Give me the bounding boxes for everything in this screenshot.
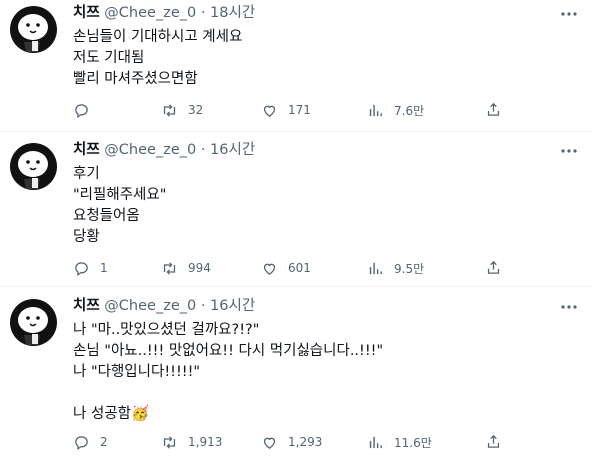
views-icon bbox=[369, 104, 382, 116]
heart-icon bbox=[263, 105, 276, 117]
tweet-line: 빨리 마셔주셨으면함 bbox=[73, 71, 198, 87]
tweet-header: 치쯔 @Chee_ze_0 · 18시간 bbox=[73, 4, 255, 22]
tweet-actions: 2 1,913 1,293 11.6만 bbox=[73, 432, 583, 452]
share-button[interactable] bbox=[485, 259, 502, 279]
views-icon bbox=[369, 436, 382, 448]
reply-icon bbox=[75, 103, 88, 118]
like-button[interactable]: 1,293 bbox=[261, 432, 322, 452]
separator-dot: · bbox=[200, 5, 206, 21]
retweet-button[interactable]: 1,913 bbox=[161, 432, 222, 452]
retweet-count: 994 bbox=[188, 261, 211, 275]
tweet-text: 후기 "리필해주세요" 요청들어옴 당황 bbox=[73, 164, 166, 248]
views-button[interactable]: 7.6만 bbox=[367, 100, 424, 120]
tweet-text: 나 "마..맛있으셨던 걸까요?!?" 손님 "아뇨..!!! 맛없어요!! 다… bbox=[73, 320, 383, 425]
share-button[interactable] bbox=[485, 101, 502, 121]
retweet-button[interactable]: 32 bbox=[161, 100, 203, 120]
more-icon[interactable] bbox=[560, 299, 578, 313]
view-count: 7.6만 bbox=[394, 103, 425, 118]
avatar[interactable] bbox=[10, 299, 57, 346]
retweet-icon bbox=[163, 261, 176, 275]
timestamp[interactable]: 16시간 bbox=[210, 298, 255, 314]
tweet[interactable]: 치쯔 @Chee_ze_0 · 16시간 후기 "리필해주세요" 요청들어옴 당… bbox=[0, 137, 592, 287]
heart-icon bbox=[263, 437, 276, 449]
author-name[interactable]: 치쯔 bbox=[73, 5, 100, 21]
share-icon bbox=[487, 102, 500, 116]
heart-icon bbox=[263, 263, 276, 275]
tweet-line: 손님 "아뇨..!!! 맛없어요!! 다시 먹기싫습니다..!!!" bbox=[73, 343, 384, 359]
views-button[interactable]: 9.5만 bbox=[367, 258, 424, 278]
views-icon bbox=[369, 262, 382, 274]
tweet-text: 손님들이 기대하시고 계세요 저도 기대됨 빨리 마셔주셨으면함 bbox=[73, 27, 242, 90]
like-button[interactable]: 171 bbox=[261, 100, 311, 120]
retweet-button[interactable]: 994 bbox=[161, 258, 211, 278]
tweet-line: 손님들이 기대하시고 계세요 bbox=[73, 29, 243, 45]
author-name[interactable]: 치쯔 bbox=[73, 298, 100, 314]
share-button[interactable] bbox=[485, 433, 502, 453]
views-button[interactable]: 11.6만 bbox=[367, 432, 432, 452]
separator-dot: · bbox=[200, 298, 206, 314]
author-handle[interactable]: @Chee_ze_0 bbox=[104, 5, 196, 21]
tweet-line: 나 "마..맛있으셨던 걸까요?!?" bbox=[73, 322, 260, 338]
avatar[interactable] bbox=[10, 143, 57, 190]
reply-button[interactable]: 2 bbox=[73, 432, 108, 452]
timestamp[interactable]: 18시간 bbox=[210, 5, 255, 21]
avatar[interactable] bbox=[10, 6, 57, 53]
author-handle[interactable]: @Chee_ze_0 bbox=[104, 142, 196, 158]
tweet-line: 요청들어옴 bbox=[73, 208, 140, 224]
tweet-line: "리필해주세요" bbox=[73, 187, 167, 203]
author-handle[interactable]: @Chee_ze_0 bbox=[104, 298, 196, 314]
retweet-icon bbox=[163, 103, 176, 117]
timeline: 치쯔 @Chee_ze_0 · 18시간 손님들이 기대하시고 계세요 저도 기… bbox=[0, 0, 592, 463]
tweet-line: 후기 bbox=[73, 166, 100, 182]
retweet-count: 32 bbox=[188, 103, 204, 117]
tweet-line: 나 성공함🥳 bbox=[73, 406, 150, 422]
view-count: 11.6만 bbox=[394, 435, 432, 450]
like-count: 601 bbox=[288, 261, 311, 275]
reply-icon bbox=[75, 435, 88, 450]
more-icon[interactable] bbox=[560, 6, 578, 20]
like-count: 1,293 bbox=[288, 435, 323, 449]
reply-button[interactable] bbox=[73, 100, 100, 120]
reply-count: 2 bbox=[100, 435, 108, 449]
separator-dot: · bbox=[200, 142, 206, 158]
tweet-line: 당황 bbox=[73, 229, 100, 245]
tweet-line: 나 "다행입니다!!!!!" bbox=[73, 364, 201, 380]
share-icon bbox=[487, 260, 500, 274]
tweet[interactable]: 치쯔 @Chee_ze_0 · 18시간 손님들이 기대하시고 계세요 저도 기… bbox=[0, 0, 592, 132]
more-icon[interactable] bbox=[560, 143, 578, 157]
view-count: 9.5만 bbox=[394, 261, 425, 276]
reply-count: 1 bbox=[100, 261, 108, 275]
tweet-actions: 32 171 7.6만 bbox=[73, 100, 583, 120]
like-count: 171 bbox=[288, 103, 311, 117]
retweet-icon bbox=[163, 435, 176, 449]
reply-button[interactable]: 1 bbox=[73, 258, 108, 278]
share-icon bbox=[487, 434, 500, 448]
tweet[interactable]: 치쯔 @Chee_ze_0 · 16시간 나 "마..맛있으셨던 걸까요?!?"… bbox=[0, 293, 592, 463]
tweet-header: 치쯔 @Chee_ze_0 · 16시간 bbox=[73, 297, 255, 315]
tweet-actions: 1 994 601 9.5만 bbox=[73, 258, 583, 278]
tweet-line bbox=[73, 383, 383, 404]
author-name[interactable]: 치쯔 bbox=[73, 142, 100, 158]
retweet-count: 1,913 bbox=[188, 435, 223, 449]
like-button[interactable]: 601 bbox=[261, 258, 311, 278]
tweet-header: 치쯔 @Chee_ze_0 · 16시간 bbox=[73, 141, 255, 159]
reply-icon bbox=[75, 261, 88, 276]
timestamp[interactable]: 16시간 bbox=[210, 142, 255, 158]
tweet-line: 저도 기대됨 bbox=[73, 50, 145, 66]
